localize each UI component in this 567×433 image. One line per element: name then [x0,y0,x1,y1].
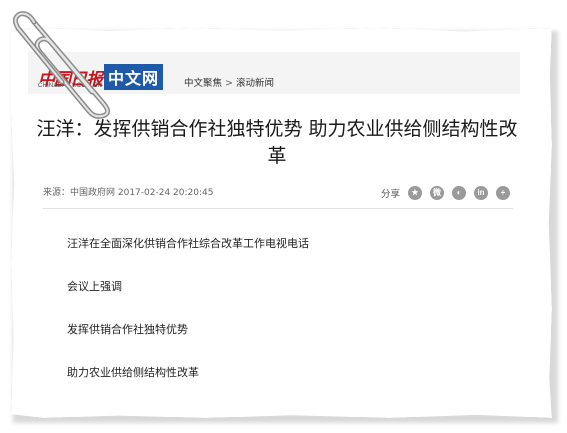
article-paragraph: 汪洋在全面深化供销合作社综合改革工作电视电话 [67,237,309,250]
more-icon[interactable]: + [496,186,511,200]
wechat-icon[interactable]: ◐ [452,186,467,200]
qzone-icon[interactable]: ★ [408,186,423,200]
share-bar: 分享 ★ 微 ◐ in + [381,186,518,200]
share-label: 分享 [381,189,401,200]
linkedin-icon[interactable]: in [474,186,489,200]
meta-divider [43,208,513,209]
breadcrumb-item-scrolling-news[interactable]: 滚动新闻 [236,78,274,89]
breadcrumb-separator: > [225,78,233,89]
breadcrumb-item-focus[interactable]: 中文聚焦 [184,78,222,89]
weibo-icon[interactable]: 微 [430,186,445,200]
paper-clip-icon [12,11,110,119]
breadcrumb: 中文聚焦 > 滚动新闻 [184,75,274,89]
article-title: 汪洋：发挥供销合作社独特优势 助力农业供给侧结构性改革 [36,118,518,167]
article-paragraph: 会议上强调 [67,280,122,293]
article-paragraph: 助力农业供给侧结构性改革 [67,366,199,379]
article-paragraph: 发挥供销合作社独特优势 [67,323,188,336]
article-meta: 来源：中国政府网 2017-02-24 20:20:45 [43,188,214,198]
